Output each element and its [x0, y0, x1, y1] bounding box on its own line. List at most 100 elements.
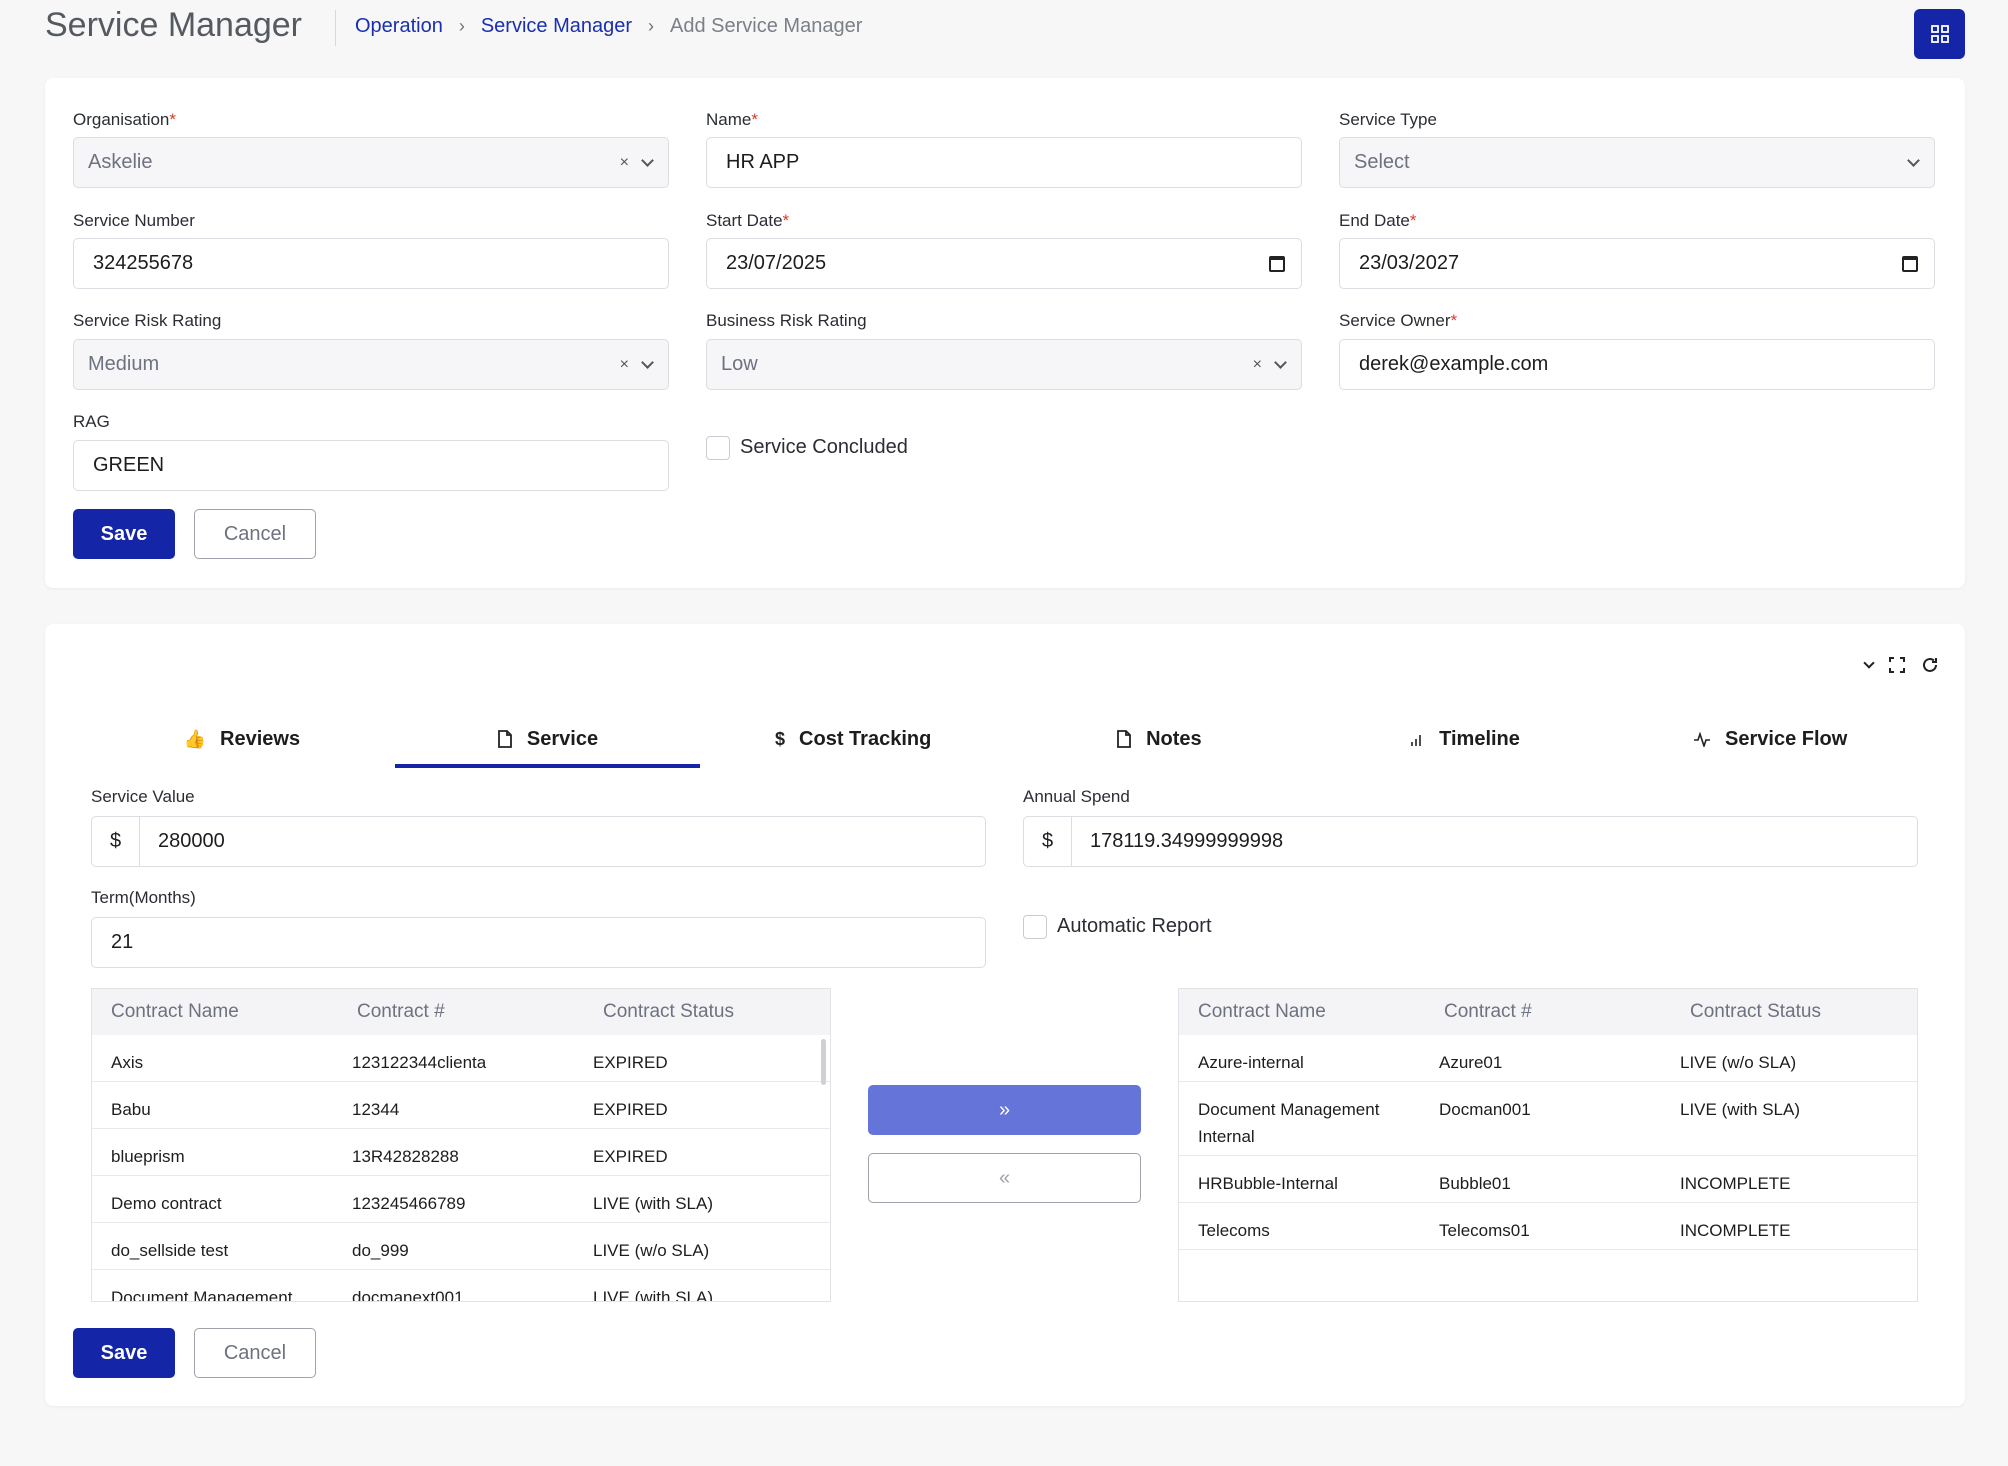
table-row[interactable]: Telecoms Telecoms01 INCOMPLETE: [1179, 1203, 1917, 1250]
chevron-down-icon: [641, 153, 654, 167]
term-label: Term(Months): [91, 888, 196, 907]
activity-icon: [1694, 731, 1711, 747]
start-date-input[interactable]: 23/07/2025: [706, 238, 1302, 289]
tab-notes[interactable]: Notes: [1006, 714, 1312, 764]
topbar: Service Manager Operation › Service Mana…: [0, 0, 2008, 60]
table-row[interactable]: Axis 123122344clienta EXPIRED: [92, 1035, 830, 1082]
title-divider: [335, 10, 336, 46]
chevron-down-icon: [641, 355, 654, 369]
service-concluded-label: Service Concluded: [740, 436, 908, 458]
business-risk-rating-select[interactable]: Low ×: [706, 339, 1302, 390]
tab-cost-tracking[interactable]: $ Cost Tracking: [700, 714, 1006, 764]
table-cell: Document Management Internal: [1198, 1100, 1380, 1146]
chevron-down-icon[interactable]: [1863, 656, 1875, 669]
service-concluded-checkbox[interactable]: [706, 436, 730, 460]
service-owner-label: Service Owner*: [1339, 311, 1458, 330]
tab-label: Service: [526, 727, 599, 750]
service-value-input[interactable]: $ 280000: [91, 816, 986, 867]
selected-contracts-table: Contract Name Contract # Contract Status…: [1178, 988, 1918, 1302]
table-body: Axis 123122344clienta EXPIRED Babu 12344 EXPI…: [92, 1035, 830, 1302]
tab-service[interactable]: Service: [394, 714, 701, 768]
automatic-report-checkbox[interactable]: [1023, 915, 1047, 939]
move-right-button[interactable]: »: [868, 1085, 1141, 1135]
refresh-icon[interactable]: [1921, 656, 1939, 674]
grid-menu-button[interactable]: [1914, 9, 1965, 59]
table-cell: docmanext001: [352, 1288, 464, 1302]
annual-spend-input[interactable]: $ 178119.34999999998: [1023, 816, 1918, 867]
table-cell: Bubble01: [1439, 1174, 1511, 1193]
table-row[interactable]: Azure-internal Azure01 LIVE (w/o SLA): [1179, 1035, 1917, 1082]
table-cell: Telecoms: [1198, 1221, 1270, 1240]
document-icon: [498, 730, 512, 748]
table-row[interactable]: Document Management Internal Docman001 LIV…: [1179, 1082, 1917, 1156]
save-button[interactable]: Save: [73, 509, 175, 559]
name-input[interactable]: HR APP: [706, 137, 1302, 188]
service-risk-rating-label: Service Risk Rating: [73, 311, 222, 330]
table-cell: LIVE (w/o SLA): [1680, 1053, 1797, 1072]
organisation-label: Organisation*: [73, 110, 177, 129]
service-owner-input[interactable]: derek@example.com: [1339, 339, 1935, 390]
thumbs-up-icon: 👍: [183, 728, 207, 749]
cancel-button[interactable]: Cancel: [194, 1328, 316, 1378]
scrollbar[interactable]: [821, 1039, 826, 1085]
expand-icon[interactable]: [1889, 657, 1905, 673]
end-date-input[interactable]: 23/03/2027: [1339, 238, 1935, 289]
service-type-select[interactable]: Select: [1339, 137, 1935, 188]
table-row[interactable]: do_sellside test do_999 LIVE (w/o SLA): [92, 1223, 830, 1270]
table-cell: 12344: [352, 1100, 400, 1119]
business-risk-rating-value: Low: [721, 353, 758, 375]
table-cell: Document Management: [111, 1288, 293, 1302]
column-header[interactable]: Contract Status: [584, 1001, 824, 1023]
column-header[interactable]: Contract Name: [92, 1001, 338, 1023]
annual-spend-label: Annual Spend: [1023, 787, 1130, 806]
start-date-value: 23/07/2025: [726, 252, 827, 274]
bar-chart-icon: [1411, 735, 1421, 746]
rag-input[interactable]: GREEN: [73, 440, 669, 491]
table-cell: HRBubble-Internal: [1198, 1174, 1338, 1193]
end-date-label: End Date*: [1339, 211, 1417, 230]
table-cell: Axis: [111, 1053, 144, 1072]
service-number-label: Service Number: [73, 211, 195, 230]
calendar-icon[interactable]: [1269, 255, 1285, 272]
table-row[interactable]: blueprism 13R42828288 EXPIRED: [92, 1129, 830, 1176]
calendar-icon[interactable]: [1902, 255, 1918, 272]
table-cell: EXPIRED: [593, 1053, 668, 1072]
chevron-right-icon: ›: [458, 16, 465, 36]
term-input[interactable]: 21: [91, 917, 986, 968]
table-row[interactable]: Document Management docmanext001 LIVE (wit…: [92, 1270, 830, 1302]
service-number-input[interactable]: 324255678: [73, 238, 669, 289]
table-cell: 13R42828288: [352, 1147, 459, 1166]
tab-service-flow[interactable]: Service Flow: [1617, 714, 1923, 764]
table-row[interactable]: HRBubble-Internal Bubble01 INCOMPLETE: [1179, 1156, 1917, 1203]
table-row[interactable]: Babu 12344 EXPIRED: [92, 1082, 830, 1129]
clear-icon[interactable]: ×: [1253, 356, 1262, 374]
organisation-select[interactable]: Askelie ×: [73, 137, 669, 188]
column-header[interactable]: Contract Name: [1179, 1001, 1425, 1023]
end-date-value: 23/03/2027: [1359, 252, 1460, 274]
service-risk-rating-select[interactable]: Medium ×: [73, 339, 669, 390]
cancel-button[interactable]: Cancel: [194, 509, 316, 559]
service-form-card: Organisation* Askelie × Name* HR APP Ser…: [45, 78, 1965, 588]
column-header[interactable]: Contract #: [1425, 1001, 1671, 1023]
table-cell: Babu: [111, 1100, 151, 1119]
clear-icon[interactable]: ×: [620, 154, 629, 172]
document-icon: [1117, 730, 1131, 748]
tab-reviews[interactable]: 👍 Reviews: [89, 714, 395, 764]
move-left-button[interactable]: «: [868, 1153, 1141, 1203]
table-cell: INCOMPLETE: [1680, 1174, 1791, 1193]
save-button[interactable]: Save: [73, 1328, 175, 1378]
breadcrumb-service-manager[interactable]: Service Manager: [481, 15, 632, 38]
table-cell: do_sellside test: [111, 1241, 229, 1260]
column-header[interactable]: Contract Status: [1671, 1001, 1911, 1023]
table-row[interactable]: Demo contract 123245466789 LIVE (with SLA): [92, 1176, 830, 1223]
clear-icon[interactable]: ×: [620, 356, 629, 374]
breadcrumb-operation[interactable]: Operation: [355, 15, 443, 38]
column-header[interactable]: Contract #: [338, 1001, 584, 1023]
breadcrumb: Operation › Service Manager › Add Servic…: [355, 15, 862, 38]
tab-timeline[interactable]: Timeline: [1312, 714, 1618, 764]
table-cell: blueprism: [111, 1147, 185, 1166]
table-cell: EXPIRED: [593, 1147, 668, 1166]
service-type-placeholder: Select: [1354, 151, 1410, 173]
table-cell: 123122344clienta: [352, 1053, 487, 1072]
tab-bar: 👍 Reviews Service $ Cost Tracking Notes …: [89, 714, 1923, 768]
